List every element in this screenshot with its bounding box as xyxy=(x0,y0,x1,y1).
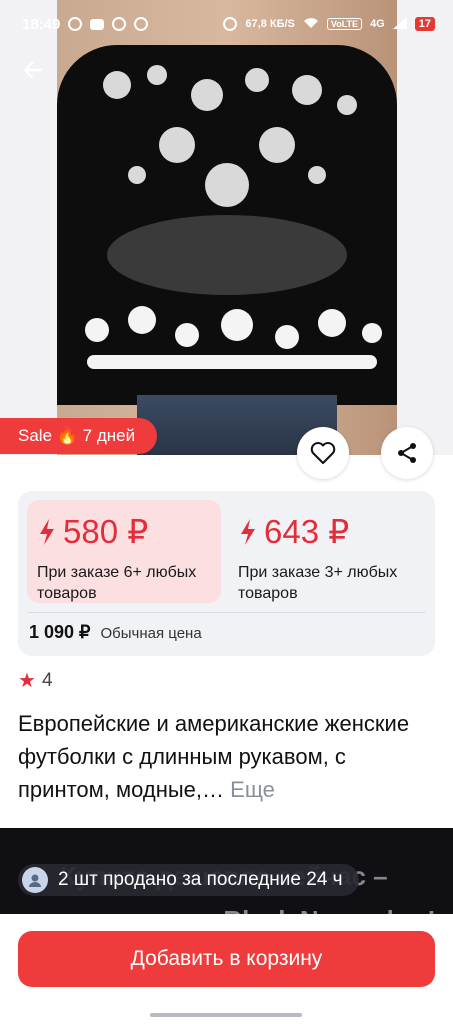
product-image[interactable] xyxy=(0,0,453,455)
price-value: 643 ₽ xyxy=(240,512,349,551)
box-icon xyxy=(134,17,149,31)
more-link[interactable]: Еще xyxy=(230,777,275,802)
product-title-text: Европейские и американские женские футбо… xyxy=(18,711,410,802)
favorite-button[interactable] xyxy=(297,427,349,479)
home-indicator[interactable] xyxy=(150,1013,302,1017)
price-value: 580 ₽ xyxy=(39,512,148,551)
alarm-icon xyxy=(223,17,238,31)
price-card: 580 ₽ При заказе 6+ любых товаров 643 ₽ … xyxy=(18,491,435,656)
sale-badge: Sale 🔥 7 дней xyxy=(0,418,158,454)
youtube-icon xyxy=(90,18,105,30)
sold-text: 2 шт продано за последние 24 ч xyxy=(58,869,343,890)
price-option-6plus[interactable]: 580 ₽ При заказе 6+ любых товаров xyxy=(27,500,221,603)
instagram-icon xyxy=(112,17,127,31)
floral-pattern xyxy=(85,65,382,369)
price-option-3plus[interactable]: 643 ₽ При заказе 3+ любых товаров xyxy=(228,500,422,603)
price-condition: При заказе 6+ любых товаров xyxy=(37,564,197,602)
lightning-icon xyxy=(40,518,54,545)
product-photo xyxy=(57,0,397,455)
share-icon xyxy=(398,443,416,463)
back-button[interactable] xyxy=(18,58,48,88)
shirt-print xyxy=(57,45,397,405)
regular-price: 1 090 ₽ Обычная цена xyxy=(29,622,202,643)
clock: 18:49 xyxy=(22,15,61,33)
price-amount: 643 ₽ xyxy=(264,513,350,550)
arrow-left-icon xyxy=(23,61,43,79)
regular-price-label: Обычная цена xyxy=(100,625,202,642)
product-title: Европейские и американские женские футбо… xyxy=(18,707,438,806)
star-icon: ★ xyxy=(18,670,36,692)
network-type: 4G xyxy=(370,18,385,30)
heart-icon xyxy=(310,442,336,464)
add-to-cart-button[interactable]: Добавить в корзину xyxy=(18,931,435,987)
price-condition: При заказе 3+ любых товаров xyxy=(238,564,398,602)
sold-notice: 2 шт продано за последние 24 ч xyxy=(18,864,359,896)
network-speed: 67,8 КБ/S xyxy=(245,18,295,30)
signal-icon xyxy=(392,16,407,32)
share-button[interactable] xyxy=(381,427,433,479)
user-avatar-icon xyxy=(22,867,48,893)
price-amount: 580 ₽ xyxy=(63,513,149,550)
volte-indicator: VoLTE xyxy=(326,18,363,30)
rating[interactable]: ★ 4 xyxy=(18,668,53,693)
divider xyxy=(28,612,426,613)
regular-price-amount: 1 090 ₽ xyxy=(29,622,91,642)
rating-value: 4 xyxy=(41,669,53,691)
whatsapp-icon xyxy=(68,17,83,31)
promo-line-2: распродажа Black November! xyxy=(60,898,436,914)
wifi-icon xyxy=(303,17,319,32)
battery-indicator: 17 xyxy=(414,17,435,31)
lightning-icon xyxy=(241,518,255,545)
status-bar: 18:49 67,8 КБ/S VoLTE 4G 17 xyxy=(0,0,453,48)
